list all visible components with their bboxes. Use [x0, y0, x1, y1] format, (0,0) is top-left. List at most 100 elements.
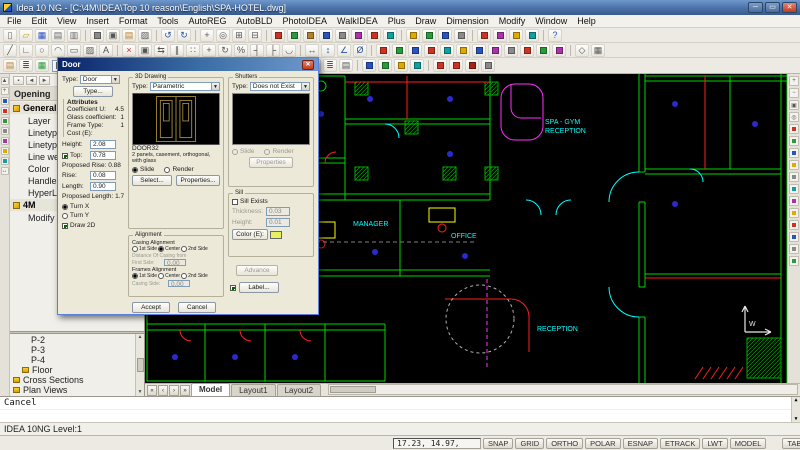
d3-slide-radio[interactable]	[132, 167, 138, 173]
aerial-view-icon[interactable]	[410, 59, 424, 72]
menu-dimension[interactable]: Dimension	[441, 15, 494, 27]
fillet-icon[interactable]: ◡	[282, 44, 296, 57]
door-type-select[interactable]: Door ▼	[80, 75, 120, 84]
coordinates-display[interactable]: 17.23, 14.97, 0.00	[393, 438, 481, 449]
redo-icon[interactable]: ↻	[177, 29, 191, 42]
menu-insert[interactable]: Insert	[81, 15, 114, 27]
status-toggle-polar[interactable]: POLAR	[585, 438, 620, 449]
tab-layout2[interactable]: Layout2	[277, 384, 321, 396]
opening-tool-icon[interactable]	[287, 29, 301, 42]
zoom-in-icon[interactable]: +	[789, 76, 799, 86]
named-views-icon[interactable]	[362, 59, 376, 72]
project-item-p-4[interactable]: P-4	[10, 355, 135, 365]
layers-strip-icon[interactable]	[1, 97, 9, 105]
roofs-strip-icon[interactable]	[1, 147, 9, 155]
d3-render-radio[interactable]	[164, 167, 170, 173]
layer-manager-icon[interactable]: ≣	[19, 59, 33, 72]
orbit-icon[interactable]: ◎	[789, 112, 799, 122]
roof-tool-icon[interactable]	[367, 29, 381, 42]
erase-icon[interactable]: ×	[122, 44, 136, 57]
casing-2nd-side-radio[interactable]	[181, 246, 187, 252]
plot-style-icon[interactable]: ▤	[339, 59, 353, 72]
scroll-down-icon[interactable]: ▼	[794, 416, 797, 422]
slabs-strip-icon[interactable]	[1, 127, 9, 135]
heating-icon[interactable]	[424, 44, 438, 57]
dim-radius-icon[interactable]: Ø	[353, 44, 367, 57]
landscape-icon[interactable]	[789, 256, 799, 266]
electrical-icon[interactable]	[456, 44, 470, 57]
trim-icon[interactable]: ┤	[250, 44, 264, 57]
open-icon[interactable]: ▱	[19, 29, 33, 42]
background-icon[interactable]	[789, 232, 799, 242]
project-item-p-3[interactable]: P-3	[10, 345, 135, 355]
slab-tool-icon[interactable]	[335, 29, 349, 42]
scroll-up-icon[interactable]: ▲	[794, 397, 797, 403]
plumbing-icon[interactable]	[440, 44, 454, 57]
menu-edit[interactable]: Edit	[27, 15, 53, 27]
undo-icon[interactable]: ↺	[161, 29, 175, 42]
dialog-close-icon[interactable]: ✕	[302, 60, 314, 70]
building-levels-icon[interactable]	[433, 59, 447, 72]
scale-icon[interactable]: %	[234, 44, 248, 57]
dim-linear-icon[interactable]: ↔	[305, 44, 319, 57]
scroll-up-icon[interactable]: ▲	[138, 334, 143, 341]
top-field[interactable]: 0.78	[90, 151, 116, 160]
dims-strip-icon[interactable]: ↔	[1, 167, 9, 175]
horizontal-scrollbar[interactable]	[328, 384, 798, 395]
columns-strip-icon[interactable]	[1, 157, 9, 165]
stairs-strip-icon[interactable]	[1, 137, 9, 145]
command-scrollbar[interactable]: ▲ ▼	[791, 397, 800, 422]
zoom-previous-icon[interactable]: ⊟	[248, 29, 262, 42]
menu-file[interactable]: File	[2, 15, 27, 27]
door-tool-icon[interactable]	[303, 29, 317, 42]
views-side-icon[interactable]	[789, 148, 799, 158]
wireframe-icon[interactable]	[789, 172, 799, 182]
walkthrough-icon[interactable]	[477, 29, 491, 42]
zoom-out-icon[interactable]: −	[789, 88, 799, 98]
tab-layout1[interactable]: Layout1	[231, 384, 275, 396]
extend-icon[interactable]: ├	[266, 44, 280, 57]
render-quick-icon[interactable]	[789, 196, 799, 206]
tab-scroll-last-button[interactable]: »	[180, 385, 190, 396]
dim-angular-icon[interactable]: ∠	[337, 44, 351, 57]
osnap-settings-icon[interactable]: ◇	[575, 44, 589, 57]
status-toggle-tablet[interactable]: TABLET	[782, 438, 800, 449]
palette-pin-icon[interactable]: ▪	[13, 76, 24, 85]
match-properties-icon[interactable]: ▨	[138, 29, 152, 42]
select-button[interactable]: Select...	[132, 175, 172, 186]
menu-view[interactable]: View	[52, 15, 81, 27]
accept-button[interactable]: Accept	[132, 302, 170, 313]
maximize-button[interactable]: ▭	[765, 2, 780, 13]
menu-photoidea[interactable]: PhotoIDEA	[278, 15, 333, 27]
menu-tools[interactable]: Tools	[152, 15, 183, 27]
height-field[interactable]: 2.08	[90, 140, 116, 149]
window-tool-icon[interactable]	[319, 29, 333, 42]
status-toggle-lwt[interactable]: LWT	[702, 438, 727, 449]
print-preview-icon[interactable]: ▥	[67, 29, 81, 42]
label-checkbox[interactable]	[230, 285, 236, 291]
menu-draw[interactable]: Draw	[410, 15, 441, 27]
camera-icon[interactable]	[525, 29, 539, 42]
frames-center-radio[interactable]	[158, 273, 164, 279]
sun-study-icon[interactable]	[509, 29, 523, 42]
minimize-button[interactable]: ─	[748, 2, 763, 13]
status-toggle-model[interactable]: MODEL	[730, 438, 767, 449]
tab-scroll-next-button[interactable]: ›	[169, 385, 179, 396]
menu-format[interactable]: Format	[114, 15, 153, 27]
stair-tool-icon[interactable]	[351, 29, 365, 42]
command-input[interactable]	[0, 410, 800, 412]
layer-states-icon[interactable]: ▦	[35, 59, 49, 72]
menu-modify[interactable]: Modify	[494, 15, 531, 27]
dim-vertical-icon[interactable]: ↕	[321, 44, 335, 57]
photoidea-icon[interactable]	[493, 29, 507, 42]
xref-icon[interactable]	[481, 59, 495, 72]
zoom-realtime-icon[interactable]: ◎	[216, 29, 230, 42]
palette-prev-icon[interactable]: ◄	[26, 76, 37, 85]
autobld-wall-icon[interactable]	[408, 44, 422, 57]
project-tree-scrollbar[interactable]: ▲ ▼	[135, 334, 144, 396]
pan-strip-icon[interactable]: +	[1, 87, 9, 95]
sill-color-swatch[interactable]	[270, 231, 282, 239]
rotate-icon[interactable]: ↻	[218, 44, 232, 57]
turn-x-radio[interactable]	[62, 204, 68, 210]
menu-walkidea[interactable]: WalkIDEA	[332, 15, 383, 27]
